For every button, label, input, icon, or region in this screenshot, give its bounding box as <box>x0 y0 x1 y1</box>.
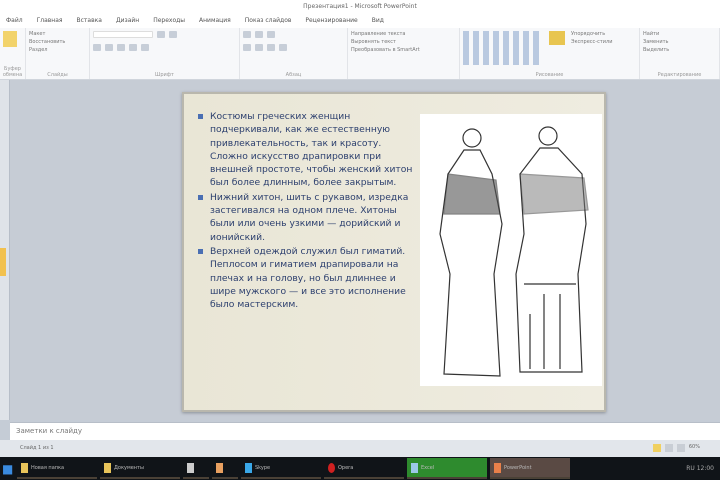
folder-icon <box>21 462 28 473</box>
indent-icon[interactable] <box>267 31 275 38</box>
ribbon-tabs: Файл Главная Вставка Дизайн Переходы Ани… <box>0 13 720 28</box>
find-button[interactable]: Найти <box>643 31 716 39</box>
align-text-button[interactable]: Выровнять текст <box>351 39 456 47</box>
normal-view-icon[interactable] <box>652 444 661 452</box>
bold-icon[interactable] <box>93 44 101 51</box>
tab-insert[interactable]: Вставка <box>77 13 102 28</box>
smartart-button[interactable]: Преобразовать в SmartArt <box>351 47 456 55</box>
font-size-select[interactable] <box>157 31 165 38</box>
arrange-icon[interactable] <box>549 31 565 45</box>
italic-icon[interactable] <box>105 44 113 51</box>
notes-placeholder: Заметки к слайду <box>16 427 83 435</box>
bullet-item: Верхней одеждой служил был гиматий. Пепл… <box>196 245 416 311</box>
layout-button[interactable]: Макет <box>29 31 86 39</box>
paste-icon[interactable] <box>3 31 17 47</box>
text-direction-button[interactable]: Направление текста <box>351 31 456 39</box>
taskbar-item[interactable] <box>212 458 238 479</box>
underline-icon[interactable] <box>117 44 125 51</box>
bullet-item: Костюмы греческих женщин подчеркивали, к… <box>196 110 416 190</box>
grow-font-icon[interactable] <box>169 31 177 38</box>
ribbon: Буфер обмена Макет Восстановить Раздел С… <box>0 28 720 80</box>
section-button[interactable]: Раздел <box>29 47 86 55</box>
start-icon[interactable]: ■ <box>2 461 14 477</box>
font-color-icon[interactable] <box>141 44 149 51</box>
group-text-options: Направление текста Выровнять текст Преоб… <box>348 28 460 79</box>
group-font: Шрифт <box>90 28 240 79</box>
tab-review[interactable]: Рецензирование <box>305 13 357 28</box>
slide-canvas[interactable]: Костюмы греческих женщин подчеркивали, к… <box>182 92 606 412</box>
folder-icon <box>104 462 111 473</box>
font-name-select[interactable] <box>93 31 153 38</box>
numbering-icon[interactable] <box>255 31 263 38</box>
excel-icon <box>411 462 418 473</box>
opera-icon <box>328 462 335 473</box>
zoom-level[interactable]: 60% <box>689 444 700 452</box>
system-tray[interactable]: RU 12:00 <box>686 465 720 472</box>
window-title: Презентация1 - Microsoft PowerPoint <box>303 3 417 10</box>
strikethrough-icon[interactable] <box>129 44 137 51</box>
shapes-gallery[interactable] <box>463 31 543 65</box>
tab-animations[interactable]: Анимация <box>199 13 231 28</box>
bullets-icon[interactable] <box>243 31 251 38</box>
align-right-icon[interactable] <box>267 44 275 51</box>
explorer-icon <box>187 462 194 473</box>
sorter-view-icon[interactable] <box>664 444 673 452</box>
taskbar-item[interactable]: Документы <box>100 458 180 479</box>
group-editing: Найти Заменить Выделить Редактирование <box>640 28 720 79</box>
notes-pane[interactable]: Заметки к слайду <box>10 422 720 440</box>
slide-count: Слайд 1 из 1 <box>20 445 54 451</box>
app-icon <box>216 462 223 473</box>
replace-button[interactable]: Заменить <box>643 39 716 47</box>
tab-slideshow[interactable]: Показ слайдов <box>245 13 292 28</box>
powerpoint-icon <box>494 462 501 473</box>
taskbar-item[interactable] <box>183 458 209 479</box>
group-slides: Макет Восстановить Раздел Слайды <box>26 28 90 79</box>
group-clipboard: Буфер обмена <box>0 28 26 79</box>
reset-button[interactable]: Восстановить <box>29 39 86 47</box>
taskbar-item[interactable]: Skype <box>241 458 321 479</box>
slide-thumbnail[interactable] <box>0 248 6 276</box>
taskbar-item[interactable]: Новая папка <box>17 458 97 479</box>
justify-icon[interactable] <box>279 44 287 51</box>
tab-file[interactable]: Файл <box>6 13 23 28</box>
align-center-icon[interactable] <box>255 44 263 51</box>
align-left-icon[interactable] <box>243 44 251 51</box>
slide-text-box[interactable]: Костюмы греческих женщин подчеркивали, к… <box>196 110 416 312</box>
taskbar: ■ Новая папка Документы Skype Opera Exce… <box>0 457 720 480</box>
skype-icon <box>245 462 252 473</box>
quick-styles-button[interactable]: Экспресс-стили <box>571 39 612 47</box>
title-bar: Презентация1 - Microsoft PowerPoint <box>0 0 720 13</box>
reading-view-icon[interactable] <box>676 444 685 452</box>
taskbar-item[interactable]: PowerPoint <box>490 458 570 479</box>
tab-design[interactable]: Дизайн <box>116 13 139 28</box>
slides-pane[interactable] <box>0 80 10 420</box>
group-paragraph: Абзац <box>240 28 348 79</box>
arrange-button[interactable]: Упорядочить <box>571 31 612 39</box>
select-button[interactable]: Выделить <box>643 47 716 55</box>
taskbar-item[interactable]: Opera <box>324 458 404 479</box>
taskbar-item[interactable]: Excel <box>407 458 487 479</box>
tab-view[interactable]: Вид <box>372 13 384 28</box>
tab-home[interactable]: Главная <box>37 13 63 28</box>
tab-transitions[interactable]: Переходы <box>153 13 185 28</box>
group-drawing: Упорядочить Экспресс-стили Рисование <box>460 28 640 79</box>
costume-illustration[interactable] <box>420 114 602 386</box>
status-bar: Слайд 1 из 1 60% <box>0 440 720 457</box>
bullet-item: Нижний хитон, шить с рукавом, изредка за… <box>196 191 416 244</box>
